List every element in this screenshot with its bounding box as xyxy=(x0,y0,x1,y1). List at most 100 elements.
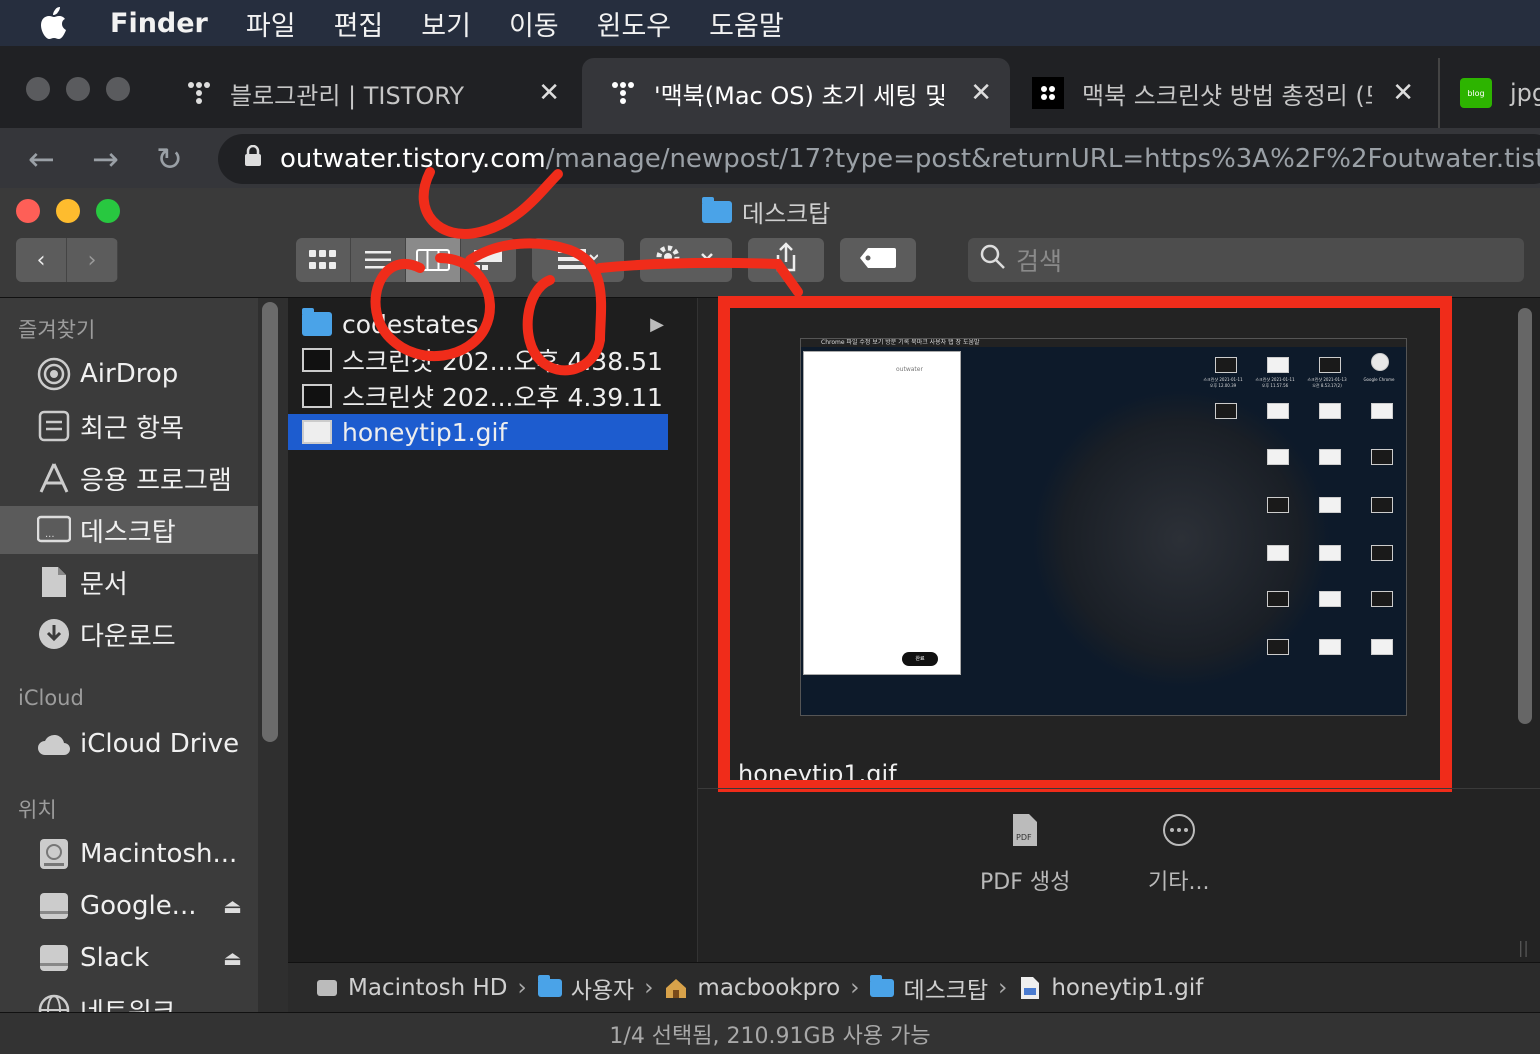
path-chevron-icon: › xyxy=(644,974,654,1001)
status-bar: 1/4 선택됨, 210.91GB 사용 가능 xyxy=(0,1012,1540,1054)
menu-help[interactable]: 도움말 xyxy=(709,4,784,43)
tistory-icon xyxy=(610,80,636,106)
tag-button[interactable] xyxy=(840,238,916,282)
column-view-button[interactable] xyxy=(406,238,461,282)
sidebar-item-label: AirDrop xyxy=(80,359,179,389)
zoom-button[interactable] xyxy=(96,199,120,223)
more-actions-button[interactable]: 기타... xyxy=(1148,810,1209,896)
drive-icon xyxy=(36,889,72,923)
menu-view[interactable]: 보기 xyxy=(421,4,471,43)
browser-tab-screenshot[interactable]: 맥북 스크린샷 방법 총정리 (모든 ✕ xyxy=(1012,58,1432,128)
tab-title: '맥북(Mac OS) 초기 세팅 및 글 xyxy=(654,81,944,110)
share-button[interactable] xyxy=(748,238,824,282)
browser-close-dot[interactable] xyxy=(26,77,50,101)
path-label: honeytip1.gif xyxy=(1051,974,1204,1001)
browser-tab-jpg[interactable]: blog jpg xyxy=(1438,58,1540,128)
action-button[interactable] xyxy=(640,238,732,282)
sidebar-item-documents[interactable]: 문서 xyxy=(0,558,258,606)
path-item-file[interactable]: honeytip1.gif xyxy=(1017,975,1203,1001)
sidebar-item-label: Slack xyxy=(80,943,150,973)
menu-go[interactable]: 이동 xyxy=(509,4,559,43)
file-item[interactable]: 스크린샷 202...오후 4.38.51 xyxy=(288,342,668,378)
annotation-rectangle xyxy=(718,296,1452,792)
eject-icon[interactable]: ⏏ xyxy=(223,894,242,918)
browser-tab-tistory[interactable]: 블로그관리 | TISTORY ✕ xyxy=(158,58,578,128)
file-item[interactable]: 스크린샷 202...오후 4.39.11 xyxy=(288,378,668,414)
disk-icon xyxy=(36,837,72,871)
close-icon[interactable]: ✕ xyxy=(1392,78,1414,108)
close-icon[interactable]: ✕ xyxy=(970,78,992,108)
path-label: macbookpro xyxy=(697,974,841,1001)
sidebar-header-icloud: iCloud xyxy=(18,686,84,710)
path-item-users[interactable]: 사용자 xyxy=(537,971,634,1005)
column-resize-handle[interactable]: || xyxy=(1518,938,1529,957)
url-path: /manage/newpost/17?type=post&returnURL=h… xyxy=(545,144,1540,174)
group-button[interactable] xyxy=(532,238,624,282)
address-bar[interactable]: outwater.tistory.com/manage/newpost/17?t… xyxy=(218,134,1540,184)
browser-tab-active[interactable]: '맥북(Mac OS) 초기 세팅 및 글 ✕ xyxy=(582,58,1010,128)
close-button[interactable] xyxy=(16,199,40,223)
sidebar-item-downloads[interactable]: 다운로드 xyxy=(0,610,258,658)
sidebar-item-google[interactable]: Google... ⏏ xyxy=(0,882,258,930)
back-button[interactable]: ‹ xyxy=(16,238,67,282)
tab-title: jpg xyxy=(1510,79,1540,107)
reload-icon[interactable]: ↻ xyxy=(156,140,183,178)
icon-view-button[interactable] xyxy=(296,238,351,282)
back-arrow-icon[interactable]: ← xyxy=(28,140,55,178)
browser-zoom-dot[interactable] xyxy=(106,77,130,101)
file-name: codestates xyxy=(342,309,479,339)
tab-title: 블로그관리 | TISTORY xyxy=(230,81,465,110)
finder-window: 데스크탑 ‹ › 검색 즐겨찾기 AirDrop 최근 항목 응용 프로그램 .… xyxy=(0,188,1540,1054)
home-icon xyxy=(663,977,689,999)
preview-scrollbar[interactable] xyxy=(1518,308,1532,724)
window-title-text: 데스크탑 xyxy=(742,200,831,228)
sidebar-item-slack[interactable]: Slack ⏏ xyxy=(0,934,258,982)
menu-finder[interactable]: Finder xyxy=(110,8,208,39)
close-icon[interactable]: ✕ xyxy=(538,78,560,108)
sidebar-scrollbar[interactable] xyxy=(262,302,278,742)
menu-window[interactable]: 윈도우 xyxy=(597,4,672,43)
sidebar-item-desktop[interactable]: ... 데스크탑 xyxy=(0,506,258,554)
browser-minimize-dot[interactable] xyxy=(66,77,90,101)
sidebar-item-applications[interactable]: 응용 프로그램 xyxy=(0,454,258,502)
path-chevron-icon: › xyxy=(998,974,1008,1001)
divider xyxy=(698,788,1540,789)
path-chevron-icon: › xyxy=(850,974,860,1001)
sidebar-item-network[interactable]: 네트워크 xyxy=(0,986,258,1012)
path-item-home[interactable]: macbookpro xyxy=(663,975,840,1001)
sidebar-item-airdrop[interactable]: AirDrop xyxy=(0,350,258,398)
file-icon xyxy=(1017,976,1043,999)
search-icon xyxy=(980,244,1006,276)
share-icon xyxy=(774,242,798,278)
disk-icon xyxy=(314,977,340,999)
more-icon xyxy=(1159,810,1199,850)
sidebar-item-macintosh-hd[interactable]: Macintosh... xyxy=(0,830,258,878)
forward-arrow-icon[interactable]: → xyxy=(92,140,119,178)
menu-file[interactable]: 파일 xyxy=(246,4,296,43)
sidebar-header-locations: 위치 xyxy=(18,798,57,822)
file-item-selected[interactable]: honeytip1.gif xyxy=(288,414,668,450)
gear-icon xyxy=(654,243,718,277)
browser-window: 블로그관리 | TISTORY ✕ '맥북(Mac OS) 초기 세팅 및 글 … xyxy=(0,46,1540,188)
site-logo-icon xyxy=(1032,77,1064,109)
pdf-create-button[interactable]: PDF PDF 생성 xyxy=(980,810,1070,896)
path-bar: Macintosh HD › 사용자 › macbookpro › 데스크탑 ›… xyxy=(288,962,1540,1012)
search-field[interactable]: 검색 xyxy=(968,238,1524,282)
gif-file-icon xyxy=(302,420,332,444)
window-title: 데스크탑 xyxy=(702,194,830,229)
apple-menu-icon[interactable] xyxy=(0,6,110,40)
menu-edit[interactable]: 편집 xyxy=(334,4,384,43)
folder-icon xyxy=(869,974,895,999)
forward-button[interactable]: › xyxy=(67,238,118,282)
desktop-icon: ... xyxy=(36,513,72,547)
blog-icon: blog xyxy=(1460,78,1492,108)
minimize-button[interactable] xyxy=(56,199,80,223)
sidebar-item-recents[interactable]: 최근 항목 xyxy=(0,402,258,450)
sidebar-item-icloud-drive[interactable]: iCloud Drive xyxy=(0,720,258,768)
path-item-desktop[interactable]: 데스크탑 xyxy=(869,971,988,1005)
path-item-macintosh-hd[interactable]: Macintosh HD xyxy=(314,975,508,1001)
gallery-view-button[interactable] xyxy=(461,238,516,282)
list-view-button[interactable] xyxy=(351,238,406,282)
eject-icon[interactable]: ⏏ xyxy=(223,946,242,970)
file-item-folder[interactable]: codestates ▶ xyxy=(288,306,668,342)
